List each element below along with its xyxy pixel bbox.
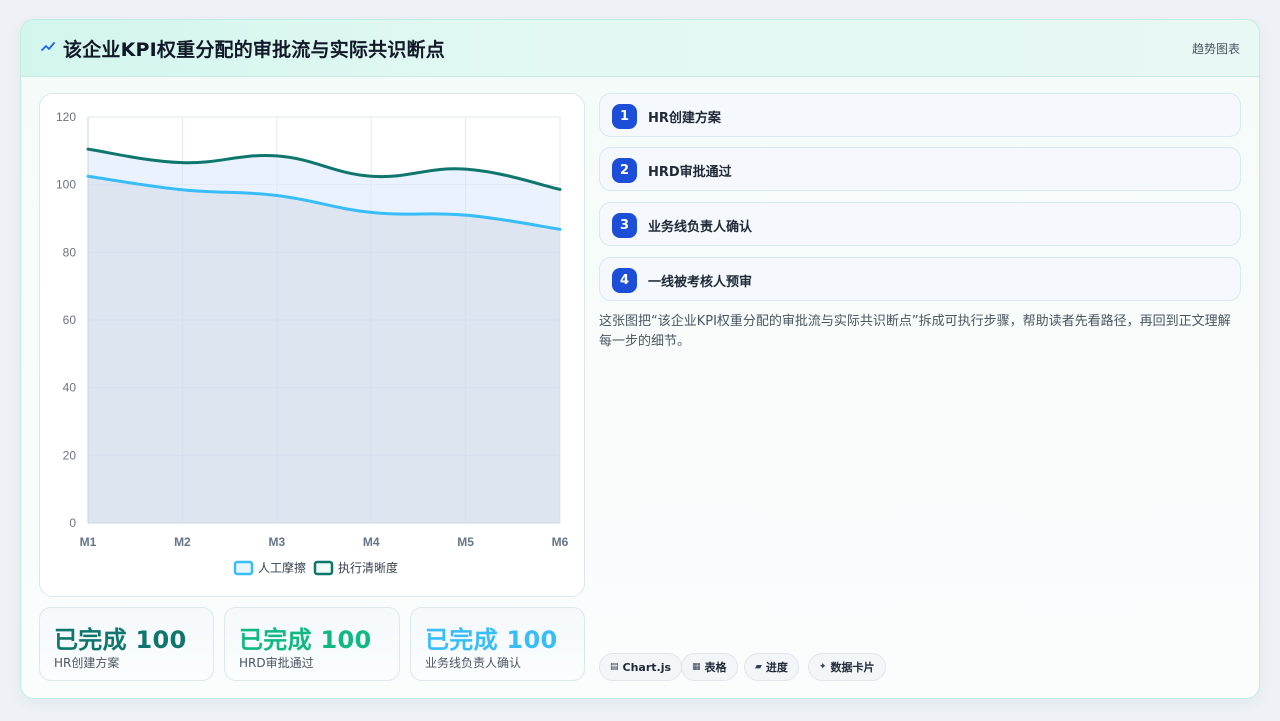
step-label: 一线被考核人预审 [648,275,753,290]
step-number: 3 [612,213,637,238]
series-area-0 [88,176,560,523]
y-tick-label: 80 [63,245,77,259]
x-tick-label: M6 [552,535,569,549]
stat-label: HR创建方案 [54,656,120,670]
step-number: 1 [612,104,637,129]
tag-data-card[interactable]: ✦ 数据卡片 [808,653,886,681]
stat-label: 业务线负责人确认 [425,656,522,670]
stat-card: 已完成 100 HRD审批通过 [224,607,400,681]
description-text: 这张图把“该企业KPI权重分配的审批流与实际共识断点”拆成可执行步骤，帮助读者先… [599,314,1231,349]
step-label: HRD审批通过 [648,165,732,180]
tag-label: 数据卡片 [830,661,875,674]
tag-label: 进度 [765,661,788,674]
step-number: 4 [612,268,637,293]
y-tick-label: 20 [63,448,77,462]
tag-progress[interactable]: ▰ 进度 [744,653,799,681]
y-tick-label: 100 [56,178,76,192]
chart-icon: ▤ [610,662,619,672]
step-item[interactable]: 2 HRD审批通过 [599,147,1241,191]
x-tick-label: M2 [174,535,191,549]
x-tick-label: M5 [457,535,474,549]
x-tick-label: M4 [363,535,380,549]
tag-chartjs[interactable]: ▤ Chart.js [599,653,683,681]
y-tick-label: 0 [69,516,76,530]
main-card: 该企业KPI权重分配的审批流与实际共识断点 趋势图表 0 20 40 60 80 100 1… [20,19,1260,699]
stat-value: 已完成 100 [425,626,558,654]
x-tick-label: M1 [80,535,97,549]
y-tick-label: 40 [63,381,77,395]
tag-label: Chart.js [622,660,672,674]
table-icon: ▦ [692,662,701,672]
stat-value: 已完成 100 [54,626,187,654]
step-label: 业务线负责人确认 [648,220,753,235]
chart-type-badge: 趋势图表 [1191,42,1240,56]
progress-icon: ▰ [755,662,762,672]
card-header: 该企业KPI权重分配的审批流与实际共识断点 趋势图表 [21,20,1259,77]
step-item[interactable]: 3 业务线负责人确认 [599,202,1241,246]
step-number: 2 [612,158,637,183]
legend-swatch [313,560,334,576]
y-tick-label: 120 [56,110,76,124]
x-tick-label: M3 [268,535,285,549]
line-chart: 0 20 40 60 80 100 120 M1 M2 M3 M4 M5 M6 人工摩擦 执行清晰度 [56,110,569,576]
tag-label: 表格 [704,661,727,674]
sparkline-icon [41,42,55,51]
chart-panel: 0 20 40 60 80 100 120 M1 M2 M3 M4 M5 M6 人工摩擦 执行清晰度 [39,93,585,597]
tag-table[interactable]: ▦ 表格 [681,653,738,681]
sparkle-icon: ✦ [819,662,827,672]
step-item[interactable]: 4 一线被考核人预审 [599,257,1241,301]
legend-label: 人工摩擦 [258,560,306,575]
stat-label: HRD审批通过 [239,656,314,670]
step-item[interactable]: 1 HR创建方案 [599,93,1241,137]
stat-card: 已完成 100 HR创建方案 [39,607,214,681]
stat-card: 已完成 100 业务线负责人确认 [410,607,585,681]
page-title: 该企业KPI权重分配的审批流与实际共识断点 [63,39,445,61]
step-label: HR创建方案 [648,111,721,126]
stat-value: 已完成 100 [239,626,372,654]
legend-swatch [233,560,254,576]
y-tick-label: 60 [63,313,77,327]
legend-label: 执行清晰度 [338,560,398,575]
